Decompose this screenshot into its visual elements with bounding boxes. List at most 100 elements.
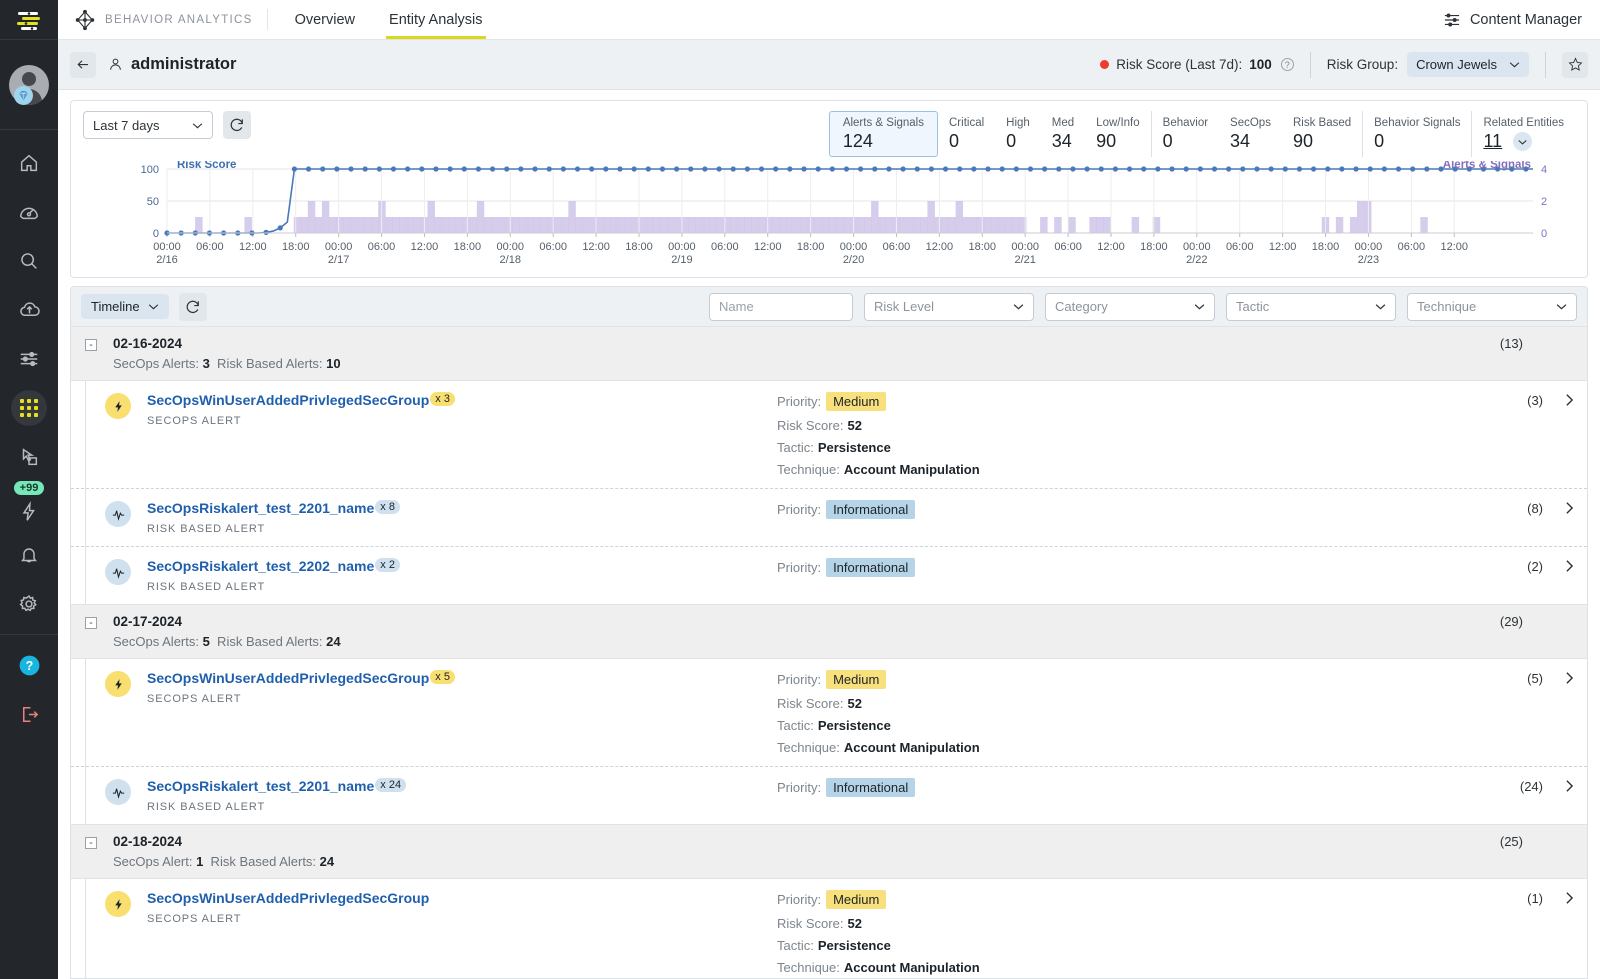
expand-row-button[interactable]: [1551, 890, 1587, 905]
top-navbar: BEHAVIOR ANALYTICS Overview Entity Analy…: [58, 0, 1600, 40]
timeline-alert-row[interactable]: SecOpsRiskalert_test_2201_name x 8 RISK BA…: [71, 489, 1587, 547]
alert-type-label: SECOPS ALERT: [147, 913, 242, 925]
related-entities-value[interactable]: 11: [1483, 131, 1502, 151]
back-button[interactable]: [70, 51, 96, 78]
alert-count: (24): [1519, 779, 1543, 794]
sidebar-item-upload[interactable]: [0, 285, 58, 334]
stat-critical[interactable]: Critical 0: [938, 111, 995, 157]
svg-text:06:00: 06:00: [1226, 241, 1254, 253]
tab-entity-analysis[interactable]: Entity Analysis: [372, 0, 500, 39]
expand-row-button[interactable]: [1551, 500, 1587, 515]
stat-value: 0: [949, 130, 960, 151]
expand-row-button[interactable]: [1551, 670, 1587, 685]
risk-group-select[interactable]: Crown Jewels: [1407, 52, 1529, 77]
alert-name-link[interactable]: SecOpsWinUserAddedPrivlegedSecGroup: [147, 392, 429, 408]
timeline-alert-row[interactable]: SecOpsRiskalert_test_2201_name x 24 RISK B…: [71, 767, 1587, 824]
view-mode-select[interactable]: Timeline: [81, 294, 169, 319]
sidebar-item-help[interactable]: ?: [0, 641, 58, 690]
page-title: administrator: [108, 55, 236, 74]
stat-high[interactable]: High 0: [995, 111, 1041, 157]
sidebar-item-home[interactable]: [0, 138, 58, 187]
alert-main: SecOpsRiskalert_test_2202_name x 2 RISK BA…: [147, 558, 777, 593]
timeline-alert-row[interactable]: SecOpsWinUserAddedPrivlegedSecGroup x 5 SE…: [71, 659, 1587, 767]
priority-line: Priority: Informational: [777, 778, 1337, 797]
stat-risk-based[interactable]: Risk Based 90: [1282, 111, 1362, 157]
stat-med[interactable]: Med 34: [1041, 111, 1085, 157]
stat-value: 124: [842, 130, 873, 151]
risk-score-line: Risk Score: 52: [777, 696, 862, 711]
collapse-toggle[interactable]: -: [85, 339, 97, 351]
stat-secops[interactable]: SecOps 34: [1219, 111, 1282, 157]
stat-label: Critical: [949, 116, 985, 129]
alert-details: Priority: Medium Risk Score: 52 Tactic: Persi…: [777, 392, 1337, 477]
timeline-day-header: - 02-17-2024 SecOps Alerts: 5 Risk Based A…: [71, 604, 1587, 659]
timeline-alert-row[interactable]: SecOpsRiskalert_test_2202_name x 2 RISK BA…: [71, 547, 1587, 604]
sidebar-item-apps[interactable]: [0, 383, 58, 432]
alert-count: (5): [1527, 671, 1543, 686]
favorite-button[interactable]: [1562, 51, 1588, 78]
svg-text:2/21: 2/21: [1014, 254, 1035, 266]
sidebar-item-dashboard[interactable]: [0, 187, 58, 236]
expand-row-button[interactable]: [1551, 558, 1587, 573]
priority-label: Priority:: [777, 780, 822, 795]
alert-type-label: RISK BASED ALERT: [147, 801, 266, 813]
occurrence-badge: x 2: [375, 558, 400, 572]
sidebar-item-notifications[interactable]: [0, 530, 58, 579]
logout-icon: [22, 707, 38, 722]
sidebar-item-settings[interactable]: [0, 579, 58, 628]
alert-name-link[interactable]: SecOpsRiskalert_test_2201_name: [147, 500, 374, 516]
sidebar-item-sliders[interactable]: [0, 334, 58, 383]
risk-group-block: Risk Group: Crown Jewels: [1311, 52, 1545, 77]
app-logo[interactable]: [0, 0, 58, 40]
tactic-filter[interactable]: Tactic: [1226, 292, 1396, 321]
collapse-toggle[interactable]: -: [85, 837, 97, 849]
timeline-scroll-area[interactable]: - 02-16-2024 SecOps Alerts: 3 Risk Based A…: [71, 326, 1587, 978]
priority-label: Priority:: [777, 672, 822, 687]
alert-name-link[interactable]: SecOpsRiskalert_test_2202_name: [147, 558, 374, 574]
sidebar-item-logout[interactable]: [0, 690, 58, 739]
content-manager-button[interactable]: Content Manager: [1443, 0, 1600, 39]
tab-overview[interactable]: Overview: [278, 0, 372, 39]
chart-refresh-button[interactable]: [223, 111, 251, 139]
user-avatar[interactable]: [0, 40, 58, 130]
day-texts: 02-17-2024 SecOps Alerts: 5 Risk Based Al…: [113, 614, 341, 649]
timeline-day-rows: SecOpsWinUserAddedPrivlegedSecGroup x 3 SE…: [71, 381, 1587, 604]
stat-label: SecOps: [1230, 116, 1271, 129]
timeline-refresh-button[interactable]: [178, 292, 207, 321]
stat-value: 0: [1006, 130, 1017, 151]
svg-text:06:00: 06:00: [1398, 241, 1426, 253]
stat-behavior-signals[interactable]: Behavior Signals 0: [1362, 111, 1471, 157]
day-total-count: (25): [1499, 834, 1523, 849]
timeline-alert-row[interactable]: SecOpsWinUserAddedPrivlegedSecGroup SECOP…: [71, 879, 1587, 978]
sidebar-item-search[interactable]: [0, 236, 58, 285]
stat-low-info[interactable]: Low/Info 90: [1085, 111, 1150, 157]
sidebar-item-select[interactable]: [0, 432, 58, 481]
sidebar-item-alerts[interactable]: +99: [0, 481, 58, 530]
stat-alerts-signals[interactable]: Alerts & Signals 124: [828, 111, 938, 157]
svg-text:06:00: 06:00: [368, 241, 396, 253]
name-filter-input[interactable]: [709, 292, 853, 321]
alert-name-link[interactable]: SecOpsWinUserAddedPrivlegedSecGroup: [147, 890, 429, 906]
chevron-down-icon: [192, 122, 203, 128]
technique-label: Technique: [1417, 299, 1477, 314]
question-circle-icon[interactable]: ?: [1280, 58, 1294, 71]
stat-related-entities[interactable]: Related Entities 11: [1471, 111, 1575, 157]
time-range-select[interactable]: Last 7 days: [83, 111, 213, 139]
chevron-down-icon: [1556, 304, 1567, 310]
svg-text:00:00: 00:00: [1355, 241, 1383, 253]
alert-name-link[interactable]: SecOpsRiskalert_test_2201_name: [147, 778, 374, 794]
svg-text:18:00: 18:00: [968, 241, 996, 253]
category-filter[interactable]: Category: [1045, 292, 1215, 321]
risk-level-filter[interactable]: Risk Level: [864, 292, 1034, 321]
expand-row-button[interactable]: [1551, 392, 1587, 407]
risk-score-chart[interactable]: 00:00 2/16 06:00 12:00 18:00 00:00 2/17 06:00 12…: [71, 159, 1587, 271]
expand-row-button[interactable]: [1551, 778, 1587, 793]
stat-behavior[interactable]: Behavior 0: [1150, 111, 1219, 157]
alert-name-link[interactable]: SecOpsWinUserAddedPrivlegedSecGroup: [147, 670, 429, 686]
alert-details: Priority: Informational: [777, 500, 1337, 519]
gear-icon: [19, 594, 37, 611]
technique-filter[interactable]: Technique: [1407, 292, 1577, 321]
chevron-down-icon[interactable]: [1513, 132, 1533, 152]
collapse-toggle[interactable]: -: [85, 617, 97, 629]
timeline-alert-row[interactable]: SecOpsWinUserAddedPrivlegedSecGroup x 3 SE…: [71, 381, 1587, 489]
